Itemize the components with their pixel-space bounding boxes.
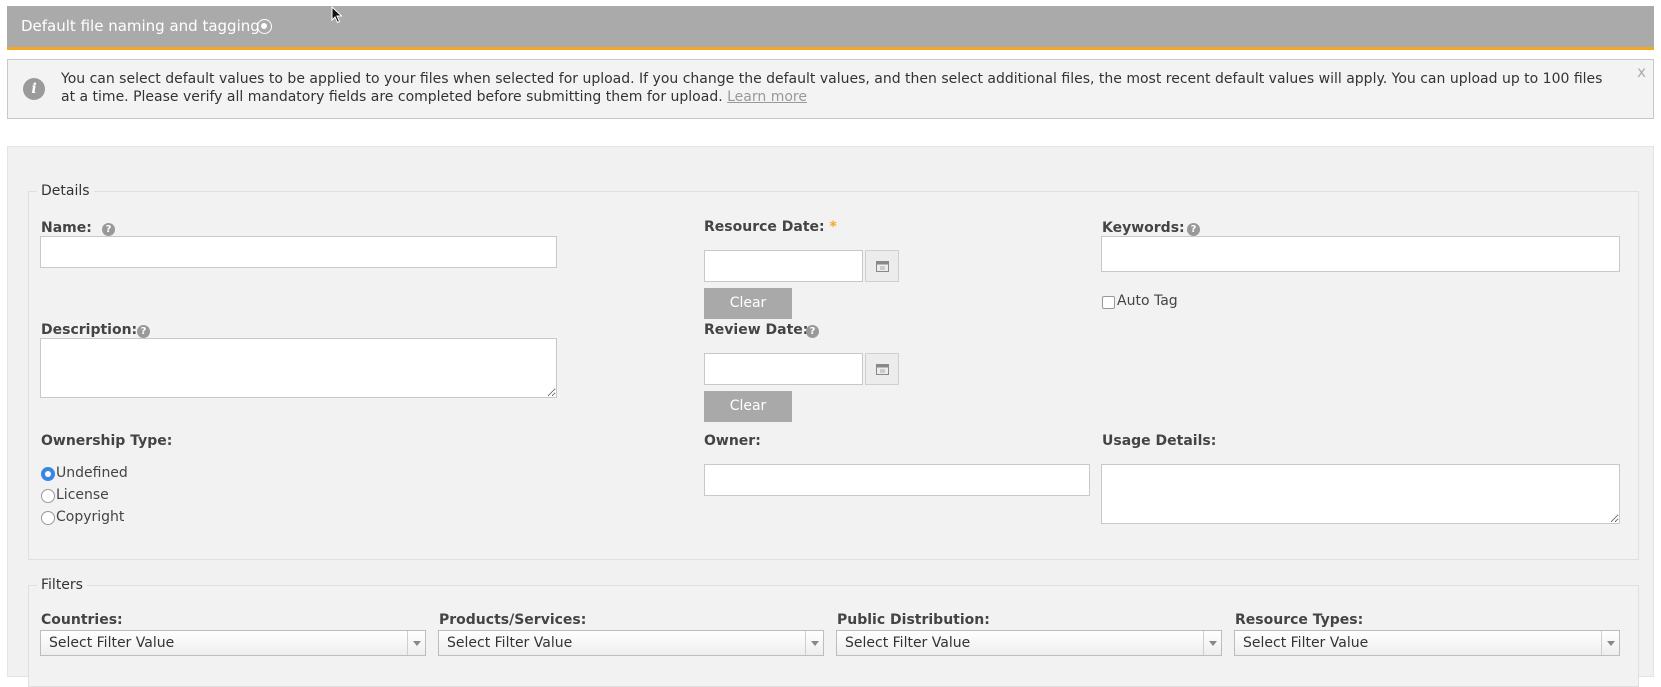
- resource-date-clear-button[interactable]: Clear: [704, 288, 792, 319]
- filter-label-countries: Countries:: [41, 612, 123, 628]
- details-legend: Details: [41, 183, 90, 199]
- public-distribution-select[interactable]: Select Filter Value: [836, 630, 1222, 656]
- auto-tag-checkbox[interactable]: [1102, 296, 1115, 309]
- public-distribution-select-value: Select Filter Value: [845, 635, 971, 651]
- radio-license[interactable]: [41, 489, 55, 503]
- calendar-icon: [876, 261, 889, 272]
- owner-label: Owner:: [704, 433, 761, 449]
- filters-legend: Filters: [41, 577, 83, 593]
- close-icon[interactable]: x: [1637, 63, 1646, 81]
- section-header[interactable]: Default file naming and tagging: [7, 6, 1654, 50]
- filter-label-public-distribution: Public Distribution:: [837, 612, 990, 628]
- radio-copyright[interactable]: [41, 511, 55, 525]
- info-text: You can select default values to be appl…: [61, 70, 1616, 106]
- resource-types-select[interactable]: Select Filter Value: [1234, 630, 1620, 656]
- help-icon[interactable]: ?: [137, 325, 150, 338]
- usage-details-textarea[interactable]: [1101, 464, 1620, 524]
- countries-select[interactable]: Select Filter Value: [40, 630, 426, 656]
- name-label: Name:: [41, 220, 92, 236]
- resource-date-label-text: Resource Date:: [704, 219, 825, 235]
- help-icon[interactable]: ?: [806, 325, 819, 338]
- ownership-type-label: Ownership Type:: [41, 433, 173, 449]
- review-date-clear-button[interactable]: Clear: [704, 391, 792, 422]
- help-icon[interactable]: ?: [102, 223, 115, 236]
- resource-date-calendar-button[interactable]: [865, 250, 899, 282]
- chevron-down-icon[interactable]: [407, 631, 425, 655]
- help-icon[interactable]: ?: [1187, 223, 1200, 236]
- description-label: Description:: [41, 322, 138, 338]
- chevron-down-icon[interactable]: [1601, 631, 1619, 655]
- review-date-input[interactable]: [704, 353, 863, 385]
- products-services-select[interactable]: Select Filter Value: [438, 630, 824, 656]
- section-title: Default file naming and tagging: [21, 17, 260, 35]
- auto-tag-label: Auto Tag: [1117, 293, 1178, 309]
- keywords-label: Keywords:: [1102, 220, 1185, 236]
- name-input[interactable]: [40, 236, 557, 268]
- filter-label-resource-types: Resource Types:: [1235, 612, 1364, 628]
- info-icon: i: [23, 78, 45, 100]
- review-date-calendar-button[interactable]: [865, 353, 899, 385]
- chevron-down-icon[interactable]: [805, 631, 823, 655]
- resource-date-label: Resource Date: *: [704, 219, 837, 235]
- resource-date-input[interactable]: [704, 250, 863, 282]
- calendar-icon: [876, 364, 889, 375]
- filter-label-products: Products/Services:: [439, 612, 587, 628]
- description-textarea[interactable]: [40, 338, 557, 398]
- info-banner: i You can select default values to be ap…: [7, 59, 1654, 119]
- upload-defaults-panel: Details Name: ? Description: ? Ownership…: [7, 146, 1654, 687]
- review-date-label: Review Date:: [704, 322, 809, 338]
- owner-input[interactable]: [704, 464, 1090, 496]
- required-mark: *: [829, 219, 837, 235]
- radio-label-license: License: [56, 487, 109, 503]
- info-message: You can select default values to be appl…: [61, 71, 1603, 105]
- radio-undefined[interactable]: [41, 467, 55, 481]
- chevron-down-icon[interactable]: [1203, 631, 1221, 655]
- radio-label-copyright: Copyright: [56, 509, 125, 525]
- cursor-arrow-icon: [331, 6, 343, 24]
- learn-more-link[interactable]: Learn more: [727, 89, 807, 105]
- circle-dot-icon[interactable]: [257, 19, 272, 34]
- usage-details-label: Usage Details:: [1102, 433, 1217, 449]
- radio-label-undefined: Undefined: [56, 465, 128, 481]
- products-select-value: Select Filter Value: [447, 635, 573, 651]
- countries-select-value: Select Filter Value: [49, 635, 175, 651]
- keywords-input[interactable]: [1101, 236, 1620, 272]
- resource-types-select-value: Select Filter Value: [1243, 635, 1369, 651]
